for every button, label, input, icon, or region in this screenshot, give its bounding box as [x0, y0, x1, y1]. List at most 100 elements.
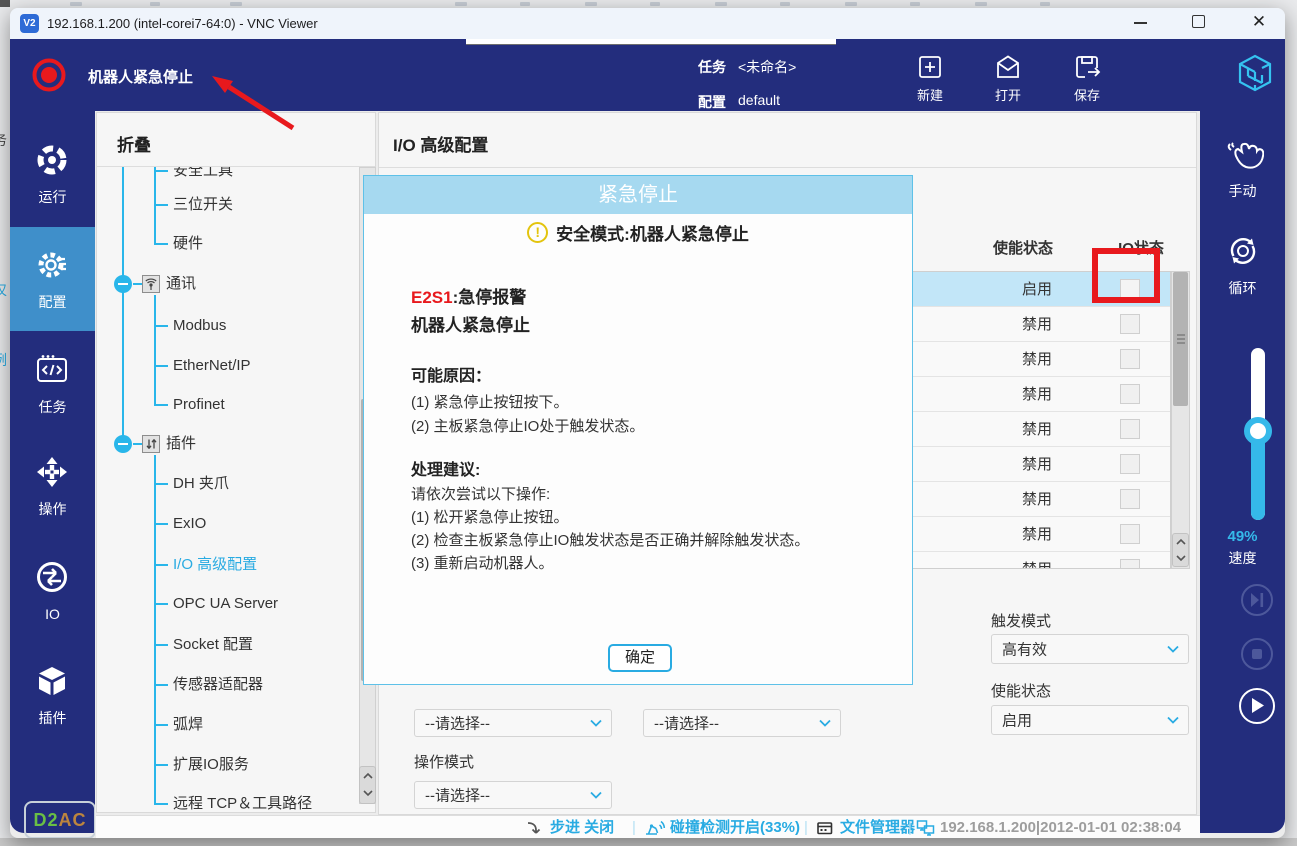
- save-task-label: 保存: [1057, 85, 1117, 104]
- chevron-down-icon[interactable]: [1175, 552, 1187, 564]
- chevron-down-icon: [589, 718, 603, 728]
- io-state-checkbox[interactable]: [1120, 559, 1140, 569]
- table-scrollbar-buttons[interactable]: [1172, 533, 1189, 567]
- nav-item-config[interactable]: 配置: [10, 227, 95, 331]
- tree-tick: [154, 365, 168, 367]
- cycle-mode-button[interactable]: 循环: [1200, 233, 1285, 303]
- vnc-toolbar-peek-icon: [150, 2, 160, 6]
- nav-item-run[interactable]: 运行: [10, 123, 95, 227]
- chevron-down-icon[interactable]: [362, 787, 374, 799]
- enable-state-cell: 禁用: [972, 350, 1102, 369]
- tree-item-remote-tcp-toolpath[interactable]: 远程 TCP＆工具路径: [173, 794, 312, 812]
- status-separator: |: [804, 819, 808, 836]
- cycle-mode-label: 循环: [1200, 280, 1285, 297]
- vnc-toolbar-peek-icon: [780, 2, 790, 6]
- tree-item-safety-tools[interactable]: 安全工具: [173, 167, 233, 181]
- tree-item-communication[interactable]: 通讯: [166, 274, 196, 294]
- tree-connector: [154, 167, 156, 245]
- tree-body: 安全工具 三位开关 硬件 通讯 Modbus EtherNet/IP: [97, 167, 375, 812]
- tree-item-io-advanced-config[interactable]: I/O 高级配置: [173, 555, 257, 575]
- desktop-artifact: 务: [0, 130, 9, 150]
- save-task-button[interactable]: 保存: [1057, 53, 1117, 109]
- operation-mode-value: --请选择--: [425, 785, 490, 806]
- tree-item-profinet[interactable]: Profinet: [173, 395, 225, 415]
- dialog-warning-row: ! 安全模式:机器人紧急停止: [364, 220, 912, 245]
- tree-item-plugin-group[interactable]: 插件: [166, 434, 196, 454]
- network-monitor-icon: [916, 819, 935, 836]
- tree-tick: [154, 644, 168, 646]
- tree-tick: [154, 325, 168, 327]
- io-state-checkbox[interactable]: [1120, 524, 1140, 544]
- tree-item-three-position-switch[interactable]: 三位开关: [173, 195, 233, 215]
- tree-item-hardware[interactable]: 硬件: [173, 234, 203, 254]
- nav-label-plugin: 插件: [10, 710, 95, 727]
- nav-item-task[interactable]: 任务: [10, 331, 95, 435]
- collision-detect-status[interactable]: 碰撞检测开启(33%): [670, 819, 800, 836]
- screen: 务 仅 例 V2 192.168.1.200 (intel-corei7-64:…: [0, 0, 1297, 846]
- alarm-status-text: 机器人紧急停止: [88, 66, 193, 87]
- file-manager-link[interactable]: 文件管理器: [840, 819, 915, 836]
- tree-item-socket-config[interactable]: Socket 配置: [173, 635, 253, 655]
- tree-item-modbus[interactable]: Modbus: [173, 316, 226, 336]
- play-icon: [1241, 690, 1272, 721]
- io-state-checkbox[interactable]: [1120, 384, 1140, 404]
- maximize-button[interactable]: [1192, 15, 1205, 28]
- tree-scrollbar-buttons[interactable]: [359, 766, 376, 804]
- nav-item-operate[interactable]: 操作: [10, 435, 95, 539]
- alarm-code: E2S1: [411, 288, 453, 307]
- bottom-select-2-value: --请选择--: [654, 713, 719, 734]
- nav-item-io[interactable]: IO: [10, 539, 95, 643]
- window-title: 192.168.1.200 (intel-corei7-64:0) - VNC …: [47, 16, 318, 31]
- tree-collapse-header[interactable]: 折叠: [117, 131, 151, 156]
- minimize-button[interactable]: [1134, 22, 1147, 24]
- window-titlebar[interactable]: V2 192.168.1.200 (intel-corei7-64:0) - V…: [10, 8, 1285, 39]
- bottom-select-1-value: --请选择--: [425, 713, 490, 734]
- io-exchange-icon: [35, 560, 69, 594]
- play-button[interactable]: [1239, 688, 1275, 724]
- step-forward-button[interactable]: [1241, 584, 1273, 616]
- tree-item-ethernet-ip[interactable]: EtherNet/IP: [173, 356, 251, 376]
- new-task-button[interactable]: 新建: [900, 53, 960, 109]
- bottom-select-2[interactable]: --请选择--: [643, 709, 841, 737]
- vnc-toolbar-peek-icon: [0, 0, 10, 7]
- tree-item-extended-io-service[interactable]: 扩展IO服务: [173, 755, 249, 775]
- vnc-toolbar-peek-icon: [975, 2, 987, 6]
- config-value: default: [738, 92, 780, 108]
- operation-mode-label: 操作模式: [414, 754, 474, 772]
- bottom-select-1[interactable]: --请选择--: [414, 709, 612, 737]
- tree-collapse-button[interactable]: [114, 275, 132, 293]
- nav-label-operate: 操作: [10, 501, 95, 518]
- io-state-checkbox[interactable]: [1120, 419, 1140, 439]
- dialog-title[interactable]: 紧急停止: [364, 176, 912, 214]
- tree-item-opc-ua-server[interactable]: OPC UA Server: [173, 594, 278, 614]
- operation-mode-select[interactable]: --请选择--: [414, 781, 612, 809]
- nav-item-plugin[interactable]: 插件: [10, 643, 95, 747]
- tree-collapse-button[interactable]: [114, 435, 132, 453]
- close-button[interactable]: ✕: [1250, 12, 1268, 32]
- io-state-checkbox[interactable]: [1120, 489, 1140, 509]
- tree-item-dh-gripper[interactable]: DH 夹爪: [173, 474, 229, 494]
- enable-state-select[interactable]: 启用: [991, 705, 1189, 735]
- io-state-checkbox[interactable]: [1120, 349, 1140, 369]
- open-file-icon: [994, 53, 1022, 81]
- right-nav-rail: 手动 循环 49% 速度: [1200, 111, 1285, 833]
- d2ac-badge[interactable]: D2AC: [24, 801, 96, 838]
- step-mode-status[interactable]: 步进 关闭: [550, 819, 614, 836]
- open-task-button[interactable]: 打开: [978, 53, 1038, 109]
- manual-mode-button[interactable]: 手动: [1200, 136, 1285, 206]
- table-scrollbar-thumb[interactable]: [1173, 272, 1188, 406]
- tree-tick: [154, 483, 168, 485]
- chevron-up-icon[interactable]: [1175, 536, 1187, 548]
- io-state-checkbox[interactable]: [1120, 454, 1140, 474]
- tree-item-sensor-adapter[interactable]: 传感器适配器: [173, 675, 263, 695]
- confirm-button[interactable]: 确定: [608, 644, 672, 672]
- open-task-label: 打开: [978, 85, 1038, 104]
- stop-button[interactable]: [1241, 638, 1273, 670]
- speed-slider-knob[interactable]: [1244, 417, 1272, 445]
- io-state-checkbox[interactable]: [1120, 314, 1140, 334]
- trigger-mode-label: 触发模式: [991, 613, 1051, 631]
- chevron-up-icon[interactable]: [362, 770, 374, 782]
- tree-item-arc-welding[interactable]: 弧焊: [173, 715, 203, 735]
- tree-item-exio[interactable]: ExIO: [173, 514, 206, 534]
- trigger-mode-select[interactable]: 高有效: [991, 634, 1189, 664]
